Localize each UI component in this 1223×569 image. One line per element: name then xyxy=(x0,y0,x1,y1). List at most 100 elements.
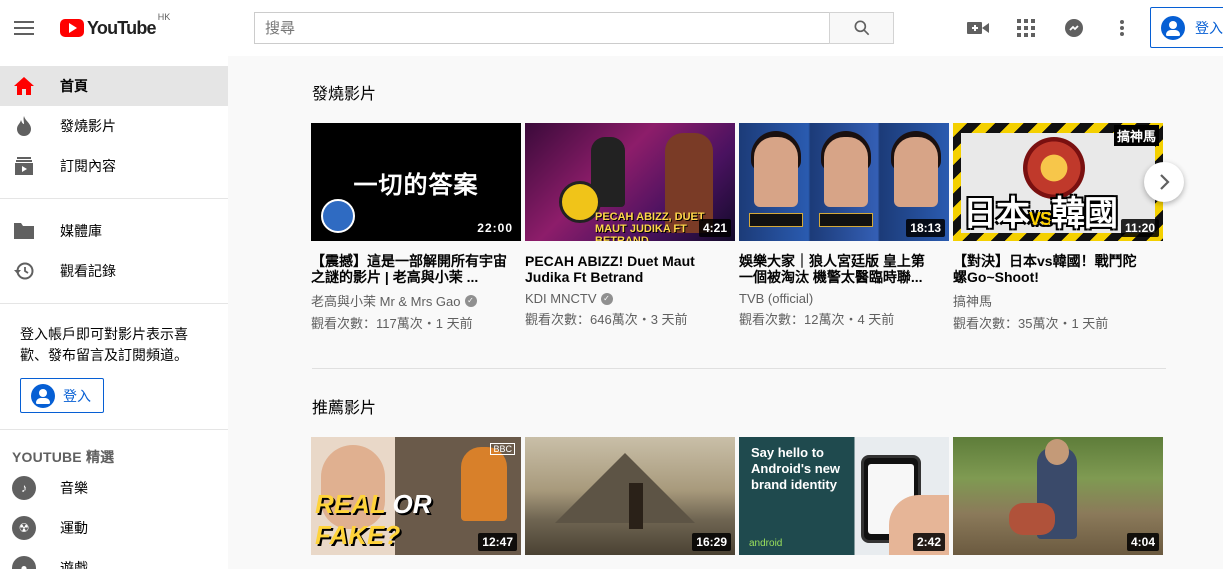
sidebar-item-trending[interactable]: 發燒影片 xyxy=(0,106,228,146)
video-title[interactable]: 【對決】日本vs韓國！戰鬥陀螺Go~Shoot! xyxy=(953,253,1163,285)
video-thumbnail[interactable]: 4:04 xyxy=(953,437,1163,555)
video-thumbnail[interactable]: PECAH ABIZZ, DUET MAUT JUDIKA FT BETRAND… xyxy=(525,123,735,241)
channel-name-row: KDI MNCTV ✓ xyxy=(525,291,735,306)
video-card[interactable]: Say hello to Android's new brand identit… xyxy=(739,437,949,555)
sidebar-item-label: 發燒影片 xyxy=(60,118,116,134)
sidebar-sign-in-button[interactable]: 登入 xyxy=(20,378,104,413)
sidebar-item-label: 音樂 xyxy=(60,480,88,496)
subscriptions-icon xyxy=(12,154,36,178)
top-bar: YouTube HK 登入 xyxy=(0,0,1223,56)
video-duration: 4:21 xyxy=(698,219,731,237)
hamburger-menu-icon[interactable] xyxy=(12,16,36,40)
video-title[interactable]: 娛樂大家｜狼人宮廷版 皇上第一個被淘汰 機警太醫臨時聯... xyxy=(739,253,949,285)
sidebar-item-label: 遊戲 xyxy=(60,560,88,569)
thumbnail-figure xyxy=(1045,439,1069,465)
channel-name[interactable]: TVB (official) xyxy=(739,291,813,306)
chevron-right-icon xyxy=(1160,174,1170,190)
video-meta: 觀看次數：117萬次・1 天前 xyxy=(311,316,473,331)
main-content: 發燒影片 一切的答案 22:00 【震撼】這是一部解開所有宇宙之謎的影片 | 老… xyxy=(228,56,1223,569)
channel-name[interactable]: 老高與小茉 Mr & Mrs Gao xyxy=(311,291,461,310)
music-icon: ♪ xyxy=(12,476,36,500)
thumbnail-animal xyxy=(1009,503,1055,535)
bbc-logo: BBC xyxy=(490,443,515,455)
sidebar-item-sports[interactable]: ☢ 運動 xyxy=(0,508,228,548)
video-duration: 2:42 xyxy=(912,533,945,551)
sidebar-divider xyxy=(0,429,228,430)
trending-shelf-title[interactable]: 發燒影片 xyxy=(312,80,376,104)
video-meta: 觀看次數：12萬次・4 天前 xyxy=(739,312,895,327)
name-plate xyxy=(749,213,803,227)
sidebar-divider xyxy=(0,198,228,199)
account-icon xyxy=(31,383,55,408)
search-icon xyxy=(854,20,869,36)
search-input[interactable] xyxy=(265,19,830,37)
thumbnail-channel-tag: 搞神馬 xyxy=(1113,125,1159,146)
shelf-divider xyxy=(312,368,1166,369)
video-thumbnail[interactable]: 一切的答案 22:00 xyxy=(311,123,521,241)
video-title[interactable]: PECAH ABIZZ! Duet Maut Judika Ft Betrand… xyxy=(525,253,735,285)
video-thumbnail[interactable]: 18:13 xyxy=(739,123,949,241)
sidebar-item-label: 首頁 xyxy=(60,78,88,94)
channel-name[interactable]: 搞神馬 xyxy=(953,291,992,310)
video-card[interactable]: BBC REAL OR FAKE? 12:47 xyxy=(311,437,521,555)
video-duration: 16:29 xyxy=(692,533,731,551)
recommended-shelf: BBC REAL OR FAKE? 12:47 16:29 Say hello … xyxy=(311,437,1163,555)
video-title[interactable]: 【震撼】這是一部解開所有宇宙之謎的影片 | 老高與小茉 ... xyxy=(311,253,521,285)
channel-name[interactable]: KDI MNCTV xyxy=(525,291,597,306)
thumbnail-text: 日本VS韓國 xyxy=(963,195,1118,233)
thumbnail-mountain xyxy=(555,453,695,523)
video-meta: 觀看次數：646萬次・3 天前 xyxy=(525,312,688,327)
sidebar-item-subscriptions[interactable]: 訂閱內容 xyxy=(0,146,228,186)
sidebar: 首頁 發燒影片 訂閱內容 媒體庫 觀看記錄 登入帳戶即可對影片表示喜歡、發布留言… xyxy=(0,56,228,569)
logo-text: YouTube xyxy=(87,17,157,38)
sidebar-item-gaming[interactable]: ● 遊戲 xyxy=(0,548,228,569)
sidebar-item-music[interactable]: ♪ 音樂 xyxy=(0,468,228,508)
gaming-icon: ● xyxy=(12,556,36,569)
create-video-icon[interactable] xyxy=(966,16,990,40)
fire-icon xyxy=(12,114,36,138)
sign-in-prompt-text: 登入帳戶即可對影片表示喜歡、發布留言及訂閱頻道。 xyxy=(20,326,188,363)
sidebar-item-label: 運動 xyxy=(60,520,88,536)
video-duration: 12:47 xyxy=(478,533,517,551)
video-card[interactable]: 一切的答案 22:00 【震撼】這是一部解開所有宇宙之謎的影片 | 老高與小茉 … xyxy=(311,123,521,332)
thumbnail-figure xyxy=(824,137,868,207)
recommended-shelf-title[interactable]: 推薦影片 xyxy=(312,394,376,418)
video-duration: 11:20 xyxy=(1120,219,1159,237)
video-thumbnail[interactable]: Say hello to Android's new brand identit… xyxy=(739,437,949,555)
video-card[interactable]: 16:29 xyxy=(525,437,735,555)
folder-icon xyxy=(12,219,36,243)
video-card[interactable]: 搞神馬 日本VS韓國 11:20 【對決】日本vs韓國！戰鬥陀螺Go~Shoot… xyxy=(953,123,1163,332)
sign-in-label: 登入 xyxy=(63,387,91,404)
search-button[interactable] xyxy=(829,12,894,44)
search-box[interactable] xyxy=(254,12,830,44)
video-thumbnail[interactable]: BBC REAL OR FAKE? 12:47 xyxy=(311,437,521,555)
more-options-icon[interactable] xyxy=(1110,16,1134,40)
sidebar-item-history[interactable]: 觀看記錄 xyxy=(0,251,228,291)
video-card[interactable]: 4:04 xyxy=(953,437,1163,555)
youtube-logo[interactable]: YouTube HK xyxy=(60,12,170,40)
sidebar-item-library[interactable]: 媒體庫 xyxy=(0,211,228,251)
video-card[interactable]: PECAH ABIZZ, DUET MAUT JUDIKA FT BETRAND… xyxy=(525,123,735,332)
thumbnail-text: Say hello to Android's new brand identit… xyxy=(751,445,841,492)
thumbnail-figure xyxy=(754,137,798,207)
channel-avatar-overlay xyxy=(321,199,355,233)
video-thumbnail[interactable]: 搞神馬 日本VS韓國 11:20 xyxy=(953,123,1163,241)
history-icon xyxy=(12,259,36,283)
sign-in-button[interactable]: 登入 xyxy=(1150,7,1223,48)
apps-grid-icon[interactable] xyxy=(1014,16,1038,40)
channel-name-row: TVB (official) xyxy=(739,291,949,306)
best-of-youtube-title: YOUTUBE 精選 xyxy=(12,449,115,465)
messages-icon[interactable] xyxy=(1062,16,1086,40)
video-thumbnail[interactable]: 16:29 xyxy=(525,437,735,555)
account-icon xyxy=(1161,15,1185,40)
video-duration: 4:04 xyxy=(1126,533,1159,551)
sidebar-item-label: 訂閱內容 xyxy=(60,158,116,174)
android-logo: android xyxy=(749,538,783,549)
thumbnail-figure xyxy=(629,483,643,529)
video-duration: 22:00 xyxy=(473,219,517,237)
shelf-next-button[interactable] xyxy=(1144,162,1184,202)
name-plate xyxy=(819,213,873,227)
video-card[interactable]: 18:13 娛樂大家｜狼人宮廷版 皇上第一個被淘汰 機警太醫臨時聯... TVB… xyxy=(739,123,949,332)
sidebar-item-home[interactable]: 首頁 xyxy=(0,66,228,106)
youtube-play-icon xyxy=(60,19,84,37)
